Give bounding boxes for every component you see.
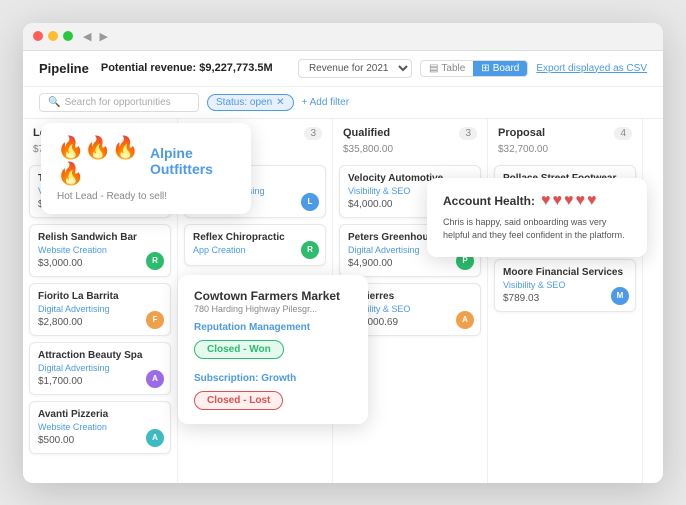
col-title-proposal: Proposal xyxy=(498,127,545,139)
browser-content: Pipeline Potential revenue: $9,227,773.5… xyxy=(23,51,663,483)
table-icon: ▤ xyxy=(429,63,438,74)
search-box[interactable]: 🔍 Search for opportunities xyxy=(39,93,199,112)
export-link[interactable]: Export displayed as CSV xyxy=(536,63,647,74)
avatar: F xyxy=(146,311,164,329)
board-view-btn[interactable]: ⊞ Board xyxy=(473,61,527,76)
heart-2: ♥ xyxy=(553,192,563,210)
col-amount-proposal: $32,700.00 xyxy=(488,144,642,161)
flame-icon: 🔥🔥🔥🔥 xyxy=(57,135,142,187)
cowtown-title: Cowtown Farmers Market xyxy=(194,289,352,303)
cowtown-section2-label: Subscription: Growth xyxy=(194,373,352,384)
search-placeholder: Search for opportunities xyxy=(64,97,170,108)
revenue-select[interactable]: Revenue for 2021 xyxy=(298,59,412,78)
popup-cowtown[interactable]: Cowtown Farmers Market 780 Harding Highw… xyxy=(178,275,368,424)
col-amount-qualified: $35,800.00 xyxy=(333,144,487,161)
add-filter-btn[interactable]: + Add filter xyxy=(302,97,350,108)
avatar: M xyxy=(611,287,629,305)
pipeline-title: Pipeline xyxy=(39,61,89,76)
badge-closed-lost: Closed - Lost xyxy=(194,391,283,410)
col-header-proposal: Proposal 4 xyxy=(488,119,642,144)
dot-yellow[interactable] xyxy=(48,31,58,41)
alpine-subtitle: Hot Lead - Ready to sell! xyxy=(57,191,235,202)
table-row[interactable]: Attraction Beauty Spa Digital Advertisin… xyxy=(29,342,171,395)
browser-titlebar: ◀ ▶ xyxy=(23,23,663,51)
heart-4: ♥ xyxy=(576,192,586,210)
top-bar: Pipeline Potential revenue: $9,227,773.5… xyxy=(23,51,663,87)
status-filter-tag[interactable]: Status: open ✕ xyxy=(207,94,294,111)
avatar: R xyxy=(146,252,164,270)
dot-green[interactable] xyxy=(63,31,73,41)
revenue-value: $9,227,773.5M xyxy=(199,62,272,74)
heart-3: ♥ xyxy=(564,192,574,210)
table-row[interactable]: Reflex Chiropractic App Creation R xyxy=(184,224,326,266)
avatar: A xyxy=(146,429,164,447)
status-filter-label: Status: open xyxy=(216,97,272,108)
heart-5: ♥ xyxy=(587,192,597,210)
view-toggle: ▤ Table ⊞ Board xyxy=(420,60,528,77)
popup-alpine-header: 🔥🔥🔥🔥 Alpine Outfitters xyxy=(57,135,235,187)
forward-arrow[interactable]: ▶ xyxy=(99,30,107,43)
popup-account-health[interactable]: Account Health: ♥ ♥ ♥ ♥ ♥ Chris is happy… xyxy=(427,178,647,257)
avatar: L xyxy=(301,193,319,211)
top-bar-right: Revenue for 2021 ▤ Table ⊞ Board Export … xyxy=(298,59,647,78)
col-count-contact: 3 xyxy=(304,127,322,140)
filter-bar: 🔍 Search for opportunities Status: open … xyxy=(23,87,663,119)
badge-closed-won: Closed - Won xyxy=(194,340,284,359)
account-health-header: Account Health: ♥ ♥ ♥ ♥ ♥ xyxy=(443,192,631,210)
revenue-label: Potential revenue: $9,227,773.5M xyxy=(101,62,273,74)
avatar: A xyxy=(146,370,164,388)
kanban-col-proposal: Proposal 4 $32,700.00 Pollace Street Foo… xyxy=(488,119,643,483)
table-row[interactable]: Relish Sandwich Bar Website Creation $3,… xyxy=(29,224,171,277)
avatar: R xyxy=(301,241,319,259)
table-row[interactable]: Moore Financial Services Visibility & SE… xyxy=(494,259,636,312)
popup-alpine[interactable]: 🔥🔥🔥🔥 Alpine Outfitters Hot Lead - Ready … xyxy=(41,123,251,214)
board-icon: ⊞ xyxy=(481,63,489,74)
cowtown-section1-label: Reputation Management xyxy=(194,322,352,333)
col-count-qualified: 3 xyxy=(459,127,477,140)
heart-1: ♥ xyxy=(541,192,551,210)
cowtown-address: 780 Harding Highway Pilesgr... xyxy=(194,304,352,314)
alpine-title: Alpine Outfitters xyxy=(150,145,235,177)
back-arrow[interactable]: ◀ xyxy=(83,30,91,43)
search-icon: 🔍 xyxy=(48,97,60,108)
col-header-qualified: Qualified 3 xyxy=(333,119,487,144)
col-count-proposal: 4 xyxy=(614,127,632,140)
col-title-qualified: Qualified xyxy=(343,127,390,139)
account-health-text: Chris is happy, said onboarding was very… xyxy=(443,216,631,243)
status-filter-close[interactable]: ✕ xyxy=(276,97,284,108)
avatar: A xyxy=(456,311,474,329)
browser-dots xyxy=(33,31,73,41)
browser-nav: ◀ ▶ xyxy=(83,30,108,43)
table-row[interactable]: Fiorito La Barrita Digital Advertising $… xyxy=(29,283,171,336)
account-health-title: Account Health: xyxy=(443,194,535,208)
table-row[interactable]: Avanti Pizzeria Website Creation $500.00… xyxy=(29,401,171,454)
hearts: ♥ ♥ ♥ ♥ ♥ xyxy=(541,192,597,210)
dot-red[interactable] xyxy=(33,31,43,41)
table-view-btn[interactable]: ▤ Table xyxy=(421,61,473,76)
